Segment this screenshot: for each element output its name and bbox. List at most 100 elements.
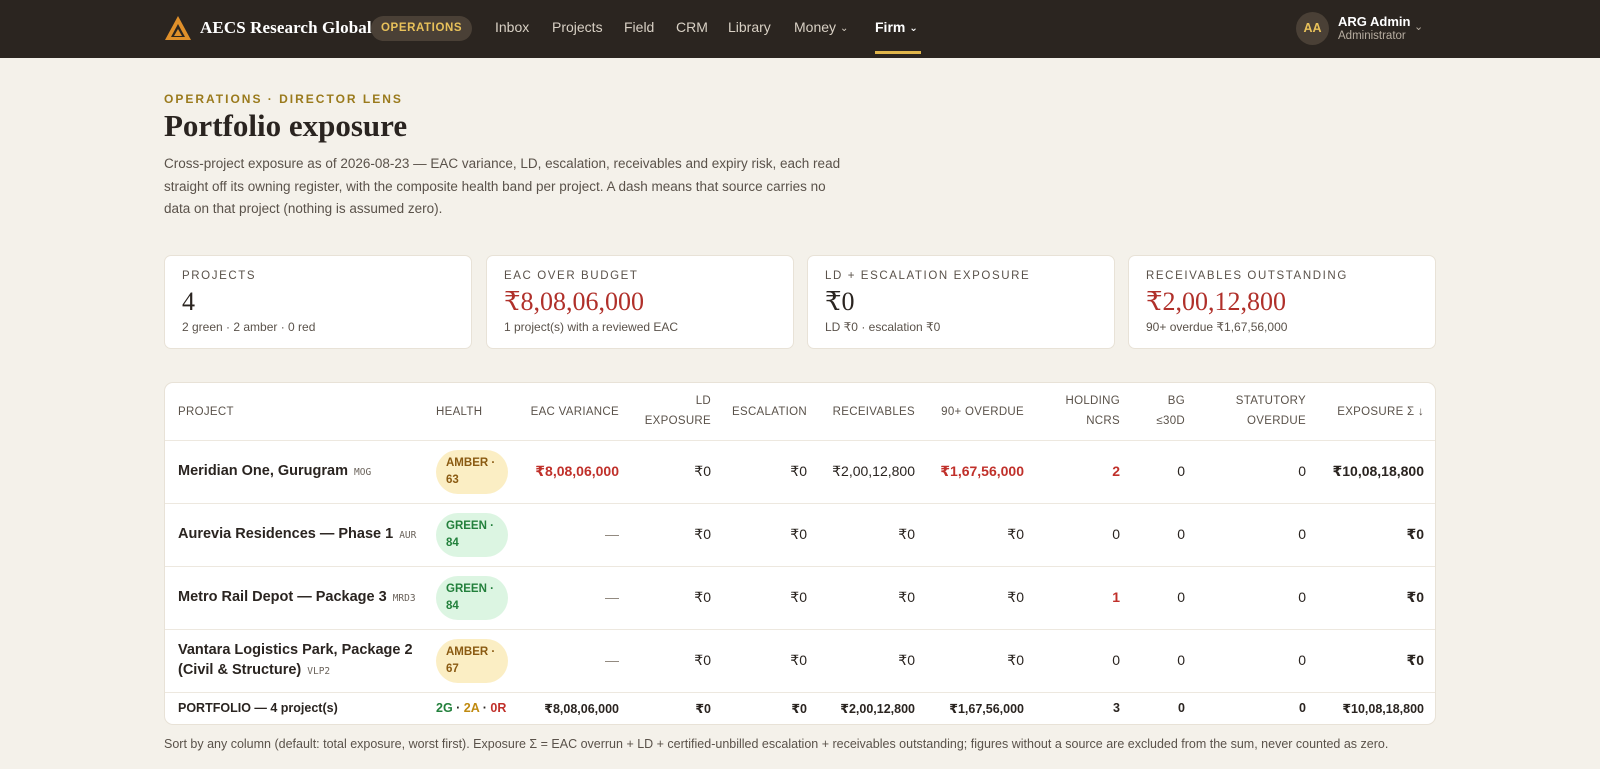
ld-exposure-value: ₹0 [694,463,711,479]
receivables-value: ₹0 [898,589,915,605]
holding-ncrs-value: 1 [1112,589,1120,605]
escalation-value: ₹0 [790,526,807,542]
receivables-value: ₹0 [898,652,915,668]
col-header-health[interactable]: HEALTH [436,402,482,422]
project-name[interactable]: Vantara Logistics Park, Package 2 (Civil … [178,640,413,682]
badge-score: 67 [446,663,459,675]
active-nav-indicator [875,51,921,54]
nav-item-library[interactable]: Library [728,19,771,35]
kpi-value: ₹2,00,12,800 [1146,287,1287,316]
module-badge: OPERATIONS [371,16,473,41]
bg-value: 0 [1177,589,1185,605]
col-header-exposure-sort[interactable]: EXPOSURE Σ ↓ [1337,402,1424,422]
col-header-project[interactable]: PROJECT [178,402,234,422]
header-line: STATUTORY [1235,395,1306,407]
overdue-value: ₹1,67,56,000 [940,463,1024,479]
nav-item-inbox[interactable]: Inbox [495,19,529,35]
col-header-holding-ncrs[interactable]: HOLDING NCRS [1066,391,1121,431]
kpi-card-eac-over-budget: EAC OVER BUDGET ₹8,08,06,000 1 project(s… [486,255,794,349]
avatar[interactable]: AA [1296,12,1329,45]
chevron-down-icon: ⌄ [909,23,918,34]
table-row[interactable]: Aurevia Residences — Phase 1 AUR GREEN · 8… [165,504,1435,567]
total-eac: ₹8,08,06,000 [544,702,619,716]
kpi-label: RECEIVABLES OUTSTANDING [1146,270,1348,282]
ld-exposure-value: ₹0 [694,652,711,668]
project-code: VLP2 [307,666,331,677]
escalation-value: ₹0 [790,589,807,605]
user-menu-chevron-down-icon[interactable]: ⌄ [1414,20,1423,33]
header-line: NCRS [1086,415,1120,427]
kpi-label: LD + ESCALATION EXPOSURE [825,270,1031,282]
header-line: HOLDING [1065,395,1120,407]
receivables-value: ₹0 [898,526,915,542]
nav-item-firm[interactable]: Firm ⌄ [875,19,918,35]
project-code: MOG [354,467,372,478]
nav-label: Inbox [495,19,530,35]
portfolio-total-row: PORTFOLIO — 4 project(s) 2G · 2A · 0R ₹8… [165,693,1435,724]
nav-item-crm[interactable]: CRM [676,19,708,35]
total-escalation: ₹0 [791,702,807,716]
bg-value: 0 [1177,526,1185,542]
mix-green: 2G [436,701,453,715]
exposure-value: ₹0 [1406,652,1424,668]
project-name-text: Metro Rail Depot — Package 3 [178,589,387,605]
col-header-eac-variance[interactable]: EAC VARIANCE [531,402,619,422]
kpi-sub: 90+ overdue ₹1,67,56,000 [1146,320,1288,334]
nav-label: Firm [875,19,906,35]
brand-name[interactable]: AECS Research Global [200,18,372,38]
project-name[interactable]: Metro Rail Depot — Package 3 MRD3 [178,587,416,609]
kpi-card-projects: PROJECTS 4 2 green · 2 amber · 0 red [164,255,472,349]
nav-label: Library [728,19,771,35]
eac-variance-value: — [605,526,619,542]
statutory-value: 0 [1298,463,1306,479]
col-header-ld-exposure[interactable]: LD EXPOSURE [645,391,711,431]
ld-exposure-value: ₹0 [694,526,711,542]
kpi-value: 4 [182,287,195,316]
table-row[interactable]: Vantara Logistics Park, Package 2 (Civil … [165,630,1435,693]
table-row[interactable]: Meridian One, Gurugram MOG AMBER · 63 ₹8,0… [165,441,1435,504]
top-nav: AECS Research Global OPERATIONS Inbox Pr… [0,0,1600,58]
kpi-sub: 1 project(s) with a reviewed EAC [504,320,679,334]
nav-item-field[interactable]: Field [624,19,654,35]
statutory-value: 0 [1298,652,1306,668]
col-header-overdue[interactable]: 90+ OVERDUE [941,402,1024,422]
health-badge-green: GREEN · 84 [436,576,508,620]
brand-logo-icon[interactable] [164,15,192,41]
kpi-card-receivables: RECEIVABLES OUTSTANDING ₹2,00,12,800 90+… [1128,255,1436,349]
mix-sep: · [452,701,464,715]
eac-variance-value: ₹8,08,06,000 [535,463,619,479]
badge-band: AMBER · [446,457,496,469]
nav-label: CRM [676,19,708,35]
portfolio-label: PORTFOLIO — 4 project(s) [178,701,338,715]
col-header-statutory-overdue[interactable]: STATUTORY OVERDUE [1236,391,1306,431]
table-footnote: Sort by any column (default: total expos… [164,737,1389,751]
project-code: AUR [399,530,417,541]
total-ld: ₹0 [695,702,711,716]
header-line: OVERDUE [1247,415,1306,427]
health-badge-green: GREEN · 84 [436,513,508,557]
mix-red: 0R [490,701,507,715]
project-name-text: (Civil & Structure) [178,662,302,678]
mix-amber: 2A [463,701,480,715]
nav-label: Money [794,19,837,35]
overdue-value: ₹0 [1007,526,1024,542]
header-line: ≤30D [1156,415,1185,427]
holding-ncrs-value: 0 [1112,526,1120,542]
nav-label: Projects [552,19,603,35]
table-row[interactable]: Metro Rail Depot — Package 3 MRD3 GREEN ·… [165,567,1435,630]
nav-item-projects[interactable]: Projects [552,19,603,35]
col-header-bg-30d[interactable]: BG ≤30D [1156,391,1185,431]
col-header-escalation[interactable]: ESCALATION [732,402,807,422]
badge-band: GREEN · [446,583,494,595]
col-header-receivables[interactable]: RECEIVABLES [833,402,915,422]
health-mix: 2G · 2A · 0R [436,701,506,715]
project-name[interactable]: Meridian One, Gurugram MOG [178,461,371,483]
nav-item-money[interactable]: Money ⌄ [794,19,848,35]
exposure-value: ₹0 [1406,589,1424,605]
badge-score: 84 [446,537,459,549]
holding-ncrs-value: 0 [1112,652,1120,668]
table-header-row: PROJECT HEALTH EAC VARIANCE LD EXPOSURE E… [165,383,1435,441]
user-name[interactable]: ARG Admin [1338,14,1410,29]
project-code: MRD3 [392,593,416,604]
project-name[interactable]: Aurevia Residences — Phase 1 AUR [178,524,416,546]
